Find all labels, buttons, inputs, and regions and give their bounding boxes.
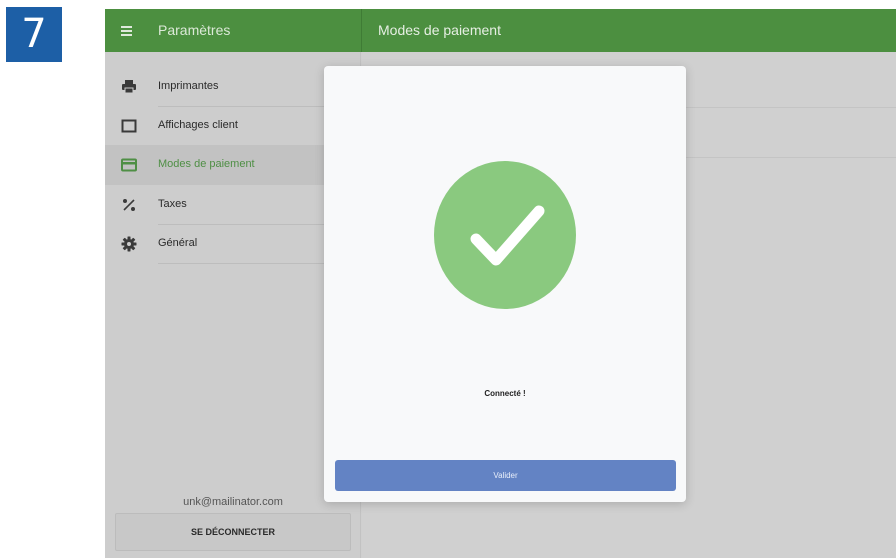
credit-card-icon (121, 158, 137, 172)
sidebar-item-customer-displays[interactable]: Affichages client (105, 106, 361, 146)
sidebar-item-taxes[interactable]: Taxes (105, 185, 361, 225)
check-icon (470, 205, 545, 266)
top-app-bar: Paramètres Modes de paiement (105, 9, 896, 52)
sidebar-item-general[interactable]: Général (105, 224, 361, 264)
sidebar-item-label: Général (158, 237, 198, 249)
sidebar-item-payment-methods[interactable]: Modes de paiement (105, 145, 361, 185)
sidebar-item-label: Taxes (158, 198, 187, 210)
sidebar-item-label: Imprimantes (158, 80, 219, 92)
status-message: Connecté ! (484, 389, 526, 398)
settings-sidebar: Imprimantes Affichages client Modes de p… (105, 52, 361, 558)
display-icon (121, 119, 137, 133)
settings-title: Paramètres (158, 22, 231, 38)
user-email: unk@mailinator.com (183, 496, 283, 508)
step-number-badge: 7 (6, 7, 62, 62)
printer-icon (122, 80, 136, 94)
success-indicator (434, 161, 576, 309)
percent-icon (123, 199, 135, 211)
logout-button[interactable]: SE DÉCONNECTER (115, 513, 351, 551)
sidebar-item-printers[interactable]: Imprimantes (105, 67, 361, 107)
validate-button[interactable]: Valider (335, 460, 676, 491)
gear-icon (121, 236, 137, 252)
connection-success-dialog: Connecté ! Valider (324, 66, 686, 502)
topbar-divider (361, 9, 362, 52)
sidebar-item-label: Modes de paiement (158, 158, 255, 170)
page-title: Modes de paiement (378, 22, 501, 38)
hamburger-menu-icon[interactable] (118, 21, 138, 41)
sidebar-item-label: Affichages client (158, 119, 238, 131)
